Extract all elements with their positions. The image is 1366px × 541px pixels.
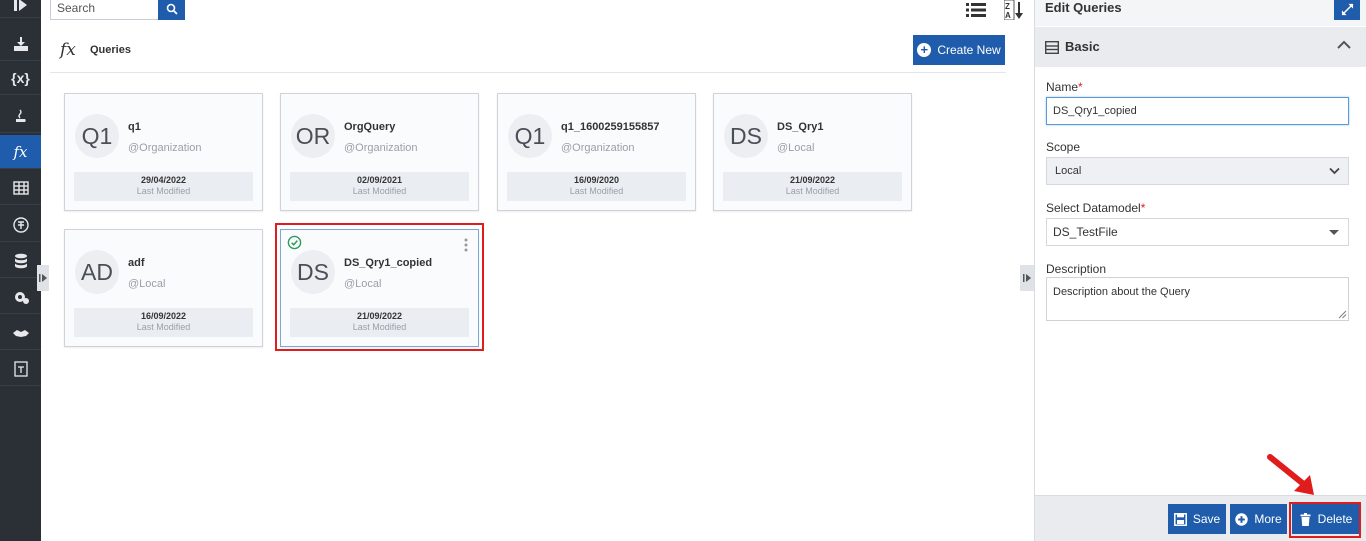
search-icon — [166, 3, 178, 15]
card-title: q1_1600259155857 — [561, 121, 660, 133]
required-marker: * — [1078, 80, 1083, 94]
query-card[interactable]: Q1 q1_1600259155857 @Organization 16/09/… — [497, 93, 696, 211]
database-icon[interactable] — [0, 244, 41, 278]
card-scope: @Local — [128, 278, 166, 290]
sort-alpha-icon[interactable]: ZA — [1004, 0, 1026, 21]
currency-icon[interactable] — [0, 208, 41, 242]
card-date-label: Last Modified — [136, 322, 191, 332]
avatar: AD — [75, 250, 119, 294]
card-date-label: Last Modified — [569, 186, 624, 196]
svg-text:Z: Z — [1005, 2, 1010, 11]
card-date-label: Last Modified — [785, 186, 840, 196]
card-footer: 29/04/2022 Last Modified — [74, 172, 253, 201]
card-date-label: Last Modified — [352, 186, 407, 196]
avatar: OR — [291, 114, 335, 158]
card-scope: @Organization — [128, 142, 202, 154]
section-list-icon — [1045, 41, 1059, 54]
query-card[interactable]: AD adf @Local 16/09/2022 Last Modified — [64, 229, 263, 347]
card-footer: 16/09/2022 Last Modified — [74, 308, 253, 337]
variables-icon[interactable]: {x} — [0, 61, 41, 95]
card-scope: @Local — [777, 142, 815, 154]
scope-label: Scope — [1046, 140, 1081, 154]
resize-grip-icon[interactable] — [1337, 309, 1347, 319]
data-import-icon[interactable] — [0, 27, 41, 61]
card-title: q1 — [128, 121, 141, 133]
name-label: Name* — [1046, 80, 1083, 94]
card-date: 29/04/2022 — [140, 175, 187, 185]
table-icon[interactable] — [0, 171, 41, 205]
description-field[interactable]: Description about the Query — [1046, 277, 1349, 321]
caret-down-icon — [1329, 230, 1339, 235]
create-new-button[interactable]: + Create New — [913, 35, 1005, 65]
chevron-down-icon — [1329, 167, 1340, 175]
card-date: 21/09/2022 — [789, 175, 836, 185]
card-date: 16/09/2020 — [573, 175, 620, 185]
search-button[interactable] — [158, 0, 185, 20]
divider — [50, 72, 1006, 73]
expand-icon — [1341, 3, 1353, 15]
plus-circle-icon: + — [917, 43, 932, 57]
datamodel-select[interactable]: DS_TestFile — [1046, 218, 1349, 246]
expand-arrow-icon — [1023, 274, 1031, 282]
left-icon-rail: {x} fx — [0, 0, 41, 541]
java-icon[interactable] — [0, 99, 41, 133]
card-footer: 21/09/2022 Last Modified — [723, 172, 902, 201]
save-button[interactable]: Save — [1168, 504, 1226, 534]
annotation-arrow-icon — [1267, 454, 1314, 495]
basic-section-header[interactable]: Basic — [1035, 27, 1366, 67]
card-footer: 16/09/2020 Last Modified — [507, 172, 686, 201]
selection-highlight-box — [275, 223, 484, 351]
delete-highlight-box — [1289, 502, 1361, 538]
chevron-up-icon[interactable] — [1337, 40, 1351, 50]
description-label: Description — [1046, 262, 1107, 276]
card-date: 02/09/2021 — [356, 175, 403, 185]
datamodel-label: Select Datamodel* — [1046, 201, 1146, 215]
search-input[interactable]: Search — [50, 0, 159, 20]
text-file-icon[interactable] — [0, 352, 41, 386]
scope-select[interactable]: Local — [1046, 157, 1349, 185]
handshake-icon[interactable] — [0, 316, 41, 350]
list-view-icon[interactable] — [965, 0, 987, 21]
avatar: Q1 — [75, 114, 119, 158]
query-card[interactable]: Q1 q1 @Organization 29/04/2022 Last Modi… — [64, 93, 263, 211]
svg-text:A: A — [1005, 11, 1011, 20]
query-card[interactable]: OR OrgQuery @Organization 02/09/2021 Las… — [280, 93, 479, 211]
functions-icon[interactable]: fx — [0, 135, 41, 169]
expand-arrow-icon — [39, 274, 47, 282]
name-field[interactable] — [1046, 97, 1349, 125]
avatar: DS — [724, 114, 768, 158]
collapse-left-toggle[interactable] — [37, 265, 49, 291]
card-date: 16/09/2022 — [140, 311, 187, 321]
settings-icon[interactable] — [0, 280, 41, 314]
card-title: adf — [128, 257, 145, 269]
query-card[interactable]: DS DS_Qry1 @Local 21/09/2022 Last Modifi… — [713, 93, 912, 211]
card-scope: @Organization — [344, 142, 418, 154]
card-date-label: Last Modified — [136, 186, 191, 196]
required-marker: * — [1140, 201, 1146, 215]
panel-header: Edit Queries — [1035, 0, 1366, 26]
avatar: Q1 — [508, 114, 552, 158]
plus-circle-icon — [1235, 512, 1249, 526]
card-title: OrgQuery — [344, 121, 396, 133]
card-title: DS_Qry1 — [777, 121, 824, 133]
collapse-right-toggle[interactable] — [1020, 265, 1034, 291]
expand-button[interactable] — [1334, 0, 1360, 20]
save-icon — [1173, 512, 1187, 526]
section-title: Basic — [1065, 39, 1100, 54]
card-footer: 02/09/2021 Last Modified — [290, 172, 469, 201]
toggle-panel-icon[interactable] — [0, 0, 41, 18]
page-title: Queries — [90, 44, 131, 56]
more-button[interactable]: More — [1230, 504, 1287, 534]
queries-fx-icon: fx — [60, 40, 76, 60]
card-scope: @Organization — [561, 142, 635, 154]
panel-title: Edit Queries — [1045, 0, 1122, 15]
